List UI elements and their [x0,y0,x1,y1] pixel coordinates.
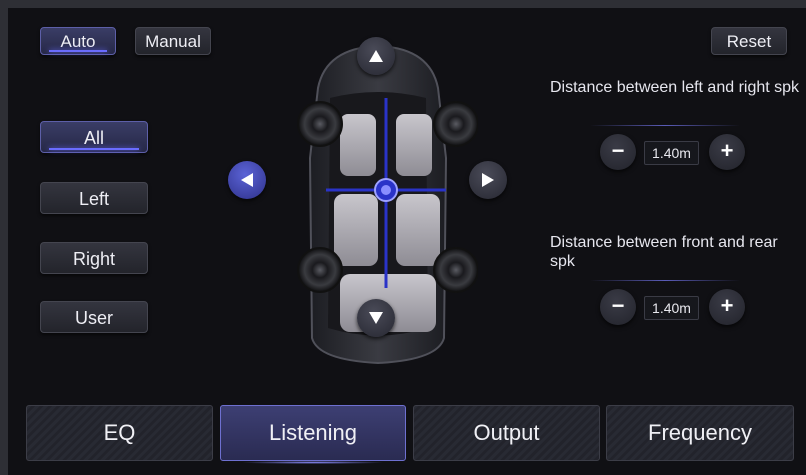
tab-eq[interactable]: EQ [26,405,213,461]
speaker-rear-right [433,247,478,293]
distance-left-right-value: 1.40m [644,141,699,165]
tab-listening[interactable]: Listening [220,405,406,464]
distance-front-rear-decrease-button[interactable]: − [600,289,636,325]
tab-frequency[interactable]: Frequency [606,405,794,461]
distance-left-right-decrease-button[interactable]: − [600,134,636,170]
distance-left-right-increase-button[interactable]: + [709,134,745,170]
listening-settings-screen: Auto Manual Reset All Left Right User Di… [8,8,806,475]
move-up-button[interactable] [357,37,395,75]
auto-mode-button[interactable]: Auto [40,27,116,55]
position-user-button[interactable]: User [40,301,148,333]
reset-button[interactable]: Reset [711,27,787,55]
position-all-button[interactable]: All [40,121,148,153]
middle-left-seat [334,194,378,266]
divider [590,125,740,126]
triangle-left-icon [241,173,253,187]
move-down-button[interactable] [357,299,395,337]
position-left-button[interactable]: Left [40,182,148,214]
triangle-right-icon [482,173,494,187]
manual-mode-button[interactable]: Manual [135,27,211,55]
position-right-button[interactable]: Right [40,242,148,274]
triangle-down-icon [369,312,383,324]
speaker-front-left [297,101,343,147]
distance-front-rear-value: 1.40m [644,296,699,320]
distance-front-rear-label: Distance between front and rear spk [550,234,778,270]
front-left-seat [340,114,376,176]
divider [590,280,740,281]
move-left-button[interactable] [228,161,266,199]
move-right-button[interactable] [469,161,507,199]
front-right-seat [396,114,432,176]
distance-front-rear-increase-button[interactable]: + [709,289,745,325]
tab-output[interactable]: Output [413,405,600,461]
triangle-up-icon [369,50,383,62]
speaker-front-right [433,101,478,147]
middle-right-seat [396,194,440,266]
distance-left-right-label: Distance between left and right spk [550,79,800,96]
speaker-rear-left [297,247,343,293]
